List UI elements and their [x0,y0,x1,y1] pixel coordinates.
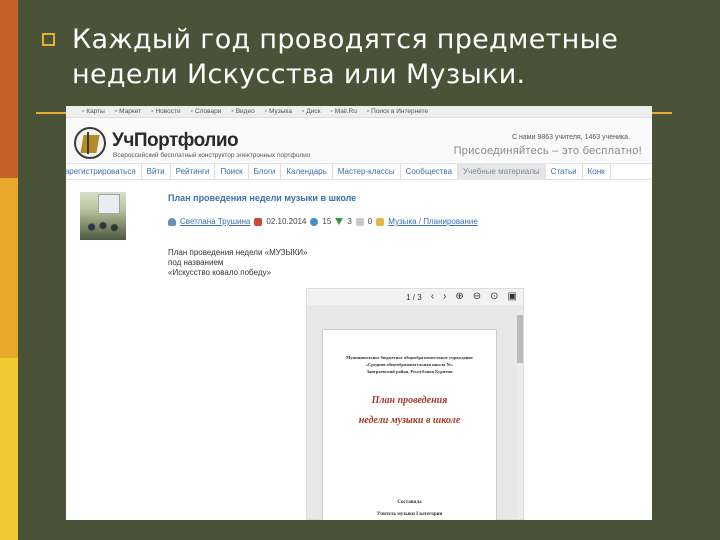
calendar-icon [254,217,263,226]
nav-search[interactable]: Поиск [215,163,249,180]
doc-footer-teacher: Учитель музыки I категории [376,512,443,517]
nav-contests[interactable]: Конк [583,163,611,180]
zoom-out-icon[interactable]: ⊖ [473,292,481,302]
doc-header-line: «Средняя общеобразовательная школа №» [365,362,454,367]
category-link[interactable]: Музыка / Планирование [388,217,478,226]
bookmark-item[interactable]: Mail.Ru [330,108,357,115]
nav-master-classes[interactable]: Мастер-классы [333,163,401,180]
slide-heading-line-2: недели Искусства или Музыки. [72,59,526,90]
desc-line: «Искусство ковало победу» [168,268,272,277]
slide-heading: Каждый год проводятся предметные недели … [72,22,692,92]
document-page: Муниципальное бюджетное общеобразователь… [322,329,497,520]
views-count: 15 [322,217,332,226]
document-viewer: 1 / 3 ‹ › ⊕ ⊖ ⊙ ▣ Муниципальное бюджетно… [306,288,524,520]
nav-articles[interactable]: Статьи [546,163,583,180]
doc-header-line: Заиграевский район, Республика Бурятия [366,369,453,374]
nav-register[interactable]: Зарегистрироваться [66,163,142,180]
portfolio-logo-icon[interactable] [74,127,106,159]
bookmarks-bar: Карты Маркет Новости Словари Видео Музык… [66,106,652,118]
website-screenshot: Карты Маркет Новости Словари Видео Музык… [66,106,652,520]
site-stats: С нами 9863 учителя, 1463 ученика. [512,134,630,141]
nav-calendar[interactable]: Календарь [281,163,333,180]
bookmark-item[interactable]: Маркет [115,108,141,115]
views-icon [310,217,319,226]
post-description: План проведения недели «МУЗЫКИ» под назв… [168,248,307,278]
site-header: УчПортфолио Всероссийский бесплатный кон… [66,118,652,164]
zoom-in-icon[interactable]: ⊕ [455,292,463,302]
author-link[interactable]: Светлана Трушина [180,217,250,226]
user-icon [168,217,176,226]
fullscreen-icon[interactable]: ▣ [508,292,517,302]
doc-title-line: недели музыки в школе [358,415,461,426]
viewer-toolbar: 1 / 3 ‹ › ⊕ ⊖ ⊙ ▣ [307,289,523,305]
doc-footer-compiled: Составила [397,500,422,505]
post-title[interactable]: План проведения недели музыки в школе [168,193,356,203]
bookmark-item[interactable]: Словари [191,108,221,115]
site-nav: Зарегистрироваться Вйти Рейтинги Поиск Б… [66,163,652,180]
viewer-scrollbar[interactable] [517,311,523,519]
comment-icon [355,217,364,226]
site-tagline: Всероссийский бесплатный конструктор эле… [113,152,311,159]
doc-title: План проведения недели музыки в школе [323,391,496,431]
chevron-right-icon[interactable]: › [443,292,446,302]
left-strip-orange [0,0,18,178]
nav-learning-materials[interactable]: Учебные материалы [458,163,546,180]
bookmark-item[interactable]: Диск [302,108,320,115]
post-thumbnail[interactable] [80,192,126,240]
folder-icon [376,217,385,226]
doc-header-line: Муниципальное бюджетное общеобразователь… [346,355,473,360]
site-logo-text[interactable]: УчПортфолио [112,130,239,152]
left-strip-yellow [0,358,18,540]
doc-header: Муниципальное бюджетное общеобразователь… [323,354,496,375]
bookmark-item[interactable]: Поиск в Интернете [367,108,428,115]
desc-line: под названием [168,258,224,267]
nav-blogs[interactable]: Блоги [249,163,282,180]
bookmark-item[interactable]: Новости [151,108,180,115]
post-date: 02.10.2014 [266,217,307,226]
chevron-left-icon[interactable]: ‹ [431,292,434,302]
nav-ratings[interactable]: Рейтинги [171,163,216,180]
zoom-fit-icon[interactable]: ⊙ [490,292,498,302]
desc-line: План проведения недели «МУЗЫКИ» [168,248,308,257]
comments-count: 0 [367,217,373,226]
download-arrow-icon [335,218,344,225]
scrollbar-thumb[interactable] [517,315,523,363]
doc-title-line: План проведения [371,395,448,406]
nav-login[interactable]: Вйти [142,163,171,180]
post-meta: Светлана Трушина 02.10.2014 15 3 0 Музык… [168,217,478,226]
slide-heading-line-1: Каждый год проводятся предметные [72,24,619,55]
nav-communities[interactable]: Сообщества [401,163,459,180]
square-bullet-icon [42,33,55,46]
page-indicator: 1 / 3 [406,292,422,302]
bookmark-item[interactable]: Карты [82,108,105,115]
bookmark-item[interactable]: Музыка [265,108,292,115]
join-banner[interactable]: Присоединяйтесь – это бесплатно! [454,145,642,157]
left-strip-amber [0,178,18,358]
downloads-count: 3 [347,217,352,226]
bookmark-item[interactable]: Видео [231,108,255,115]
